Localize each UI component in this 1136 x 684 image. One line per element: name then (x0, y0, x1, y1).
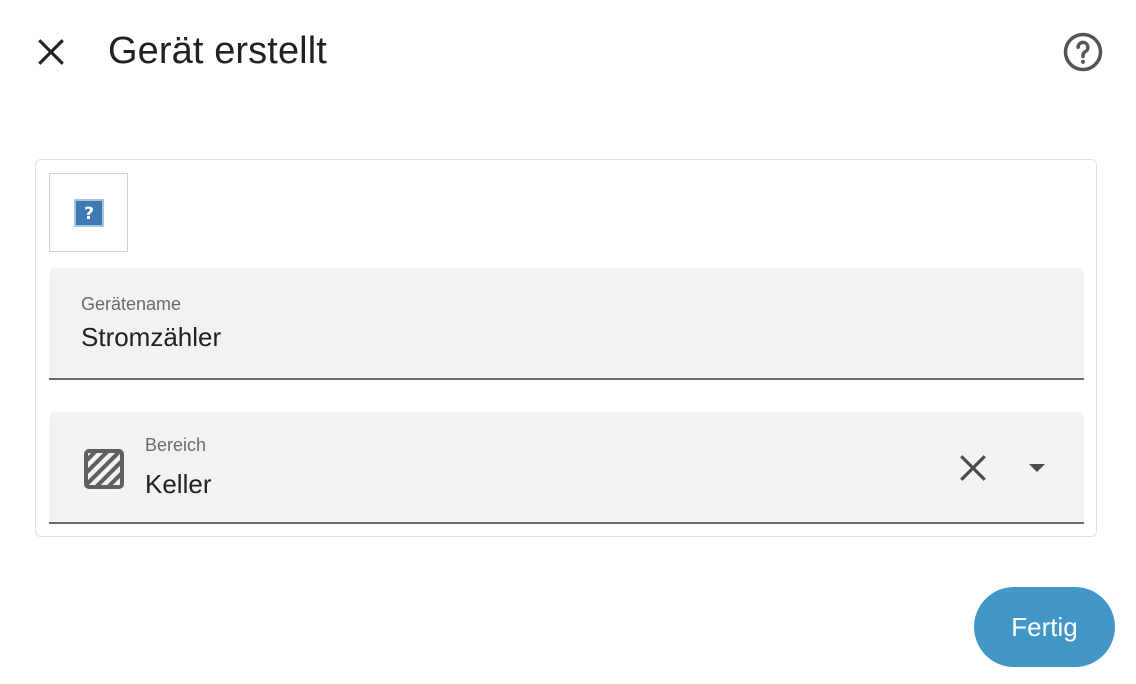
device-name-label: Gerätename (81, 294, 182, 314)
area-label: Bereich (145, 435, 207, 455)
help-button[interactable] (1058, 27, 1108, 77)
area-icon (84, 449, 124, 489)
area-dropdown-button[interactable] (1015, 446, 1059, 490)
close-icon (38, 39, 64, 65)
clear-area-button[interactable] (951, 446, 995, 490)
clear-icon (960, 455, 986, 481)
done-button[interactable]: Fertig (974, 587, 1115, 667)
help-circle-icon (1063, 32, 1103, 72)
svg-text:?: ? (84, 204, 94, 224)
area-value: Keller (145, 469, 212, 499)
device-picture[interactable]: ? (49, 173, 128, 252)
device-name-field[interactable]: Gerätename Stromzähler (49, 268, 1084, 380)
dialog-title: Gerät erstellt (108, 30, 327, 72)
area-select-field[interactable]: Bereich Keller (49, 412, 1084, 524)
broken-image-icon: ? (73, 198, 104, 227)
dropdown-arrow-icon (1029, 464, 1045, 472)
device-name-input[interactable]: Stromzähler (81, 322, 221, 353)
close-button[interactable] (26, 27, 76, 77)
device-created-dialog: Gerät erstellt ? Gerätename Stromzähler (0, 0, 1136, 684)
